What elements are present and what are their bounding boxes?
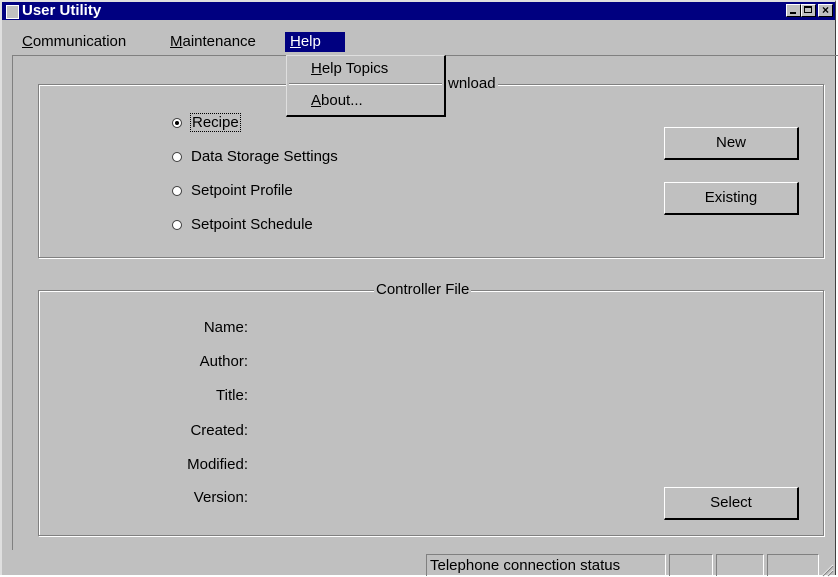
status-panel [767,554,819,576]
radio-label: Setpoint Schedule [191,216,313,233]
radio-button-icon [172,117,182,128]
author-label: Author: [199,353,248,370]
window-controls: × [786,3,833,17]
menu-maintenance-label: aintenance [182,33,256,50]
menu-communication-mnemonic: C [22,33,33,50]
menu-help-mnemonic: H [290,33,301,50]
existing-button[interactable]: Existing [664,182,799,215]
app-icon[interactable] [6,5,19,19]
radio-button-icon [172,185,182,196]
radio-setpoint-profile[interactable]: Setpoint Profile [172,182,293,199]
menu-item-help-topics-label: Help Topics [311,60,389,77]
maximize-button[interactable] [801,4,816,17]
menu-communication[interactable]: Communication [17,32,131,52]
menu-item-help-topics[interactable]: Help Topics [311,60,388,77]
menu-maintenance-mnemonic: M [170,33,183,50]
help-dropdown-menu: Help Topics About... [286,55,446,117]
app-window: User Utility × Communication Maintenance… [0,0,838,577]
menu-help-label: elp [300,33,321,50]
menu-maintenance[interactable]: Maintenance [165,32,261,52]
menu-communication-label: ommunication [32,33,127,50]
controller-file-group-label: Controller File [374,281,472,299]
menu-bar: Communication Maintenance Help [2,32,835,52]
status-panel [669,554,713,576]
radio-label: Setpoint Profile [191,182,293,199]
minimize-icon [790,12,796,14]
new-button[interactable]: New [664,127,799,160]
menu-separator [289,83,442,85]
status-bar: Telephone connection status [2,551,836,577]
close-icon: × [821,3,829,17]
client-area: wnload Recipe Data Storage Settings Setp… [12,55,838,550]
radio-recipe[interactable]: Recipe [172,113,241,132]
window-title: User Utility [22,2,102,19]
telephone-status-panel: Telephone connection status [426,554,666,576]
title-bar[interactable]: User Utility × [2,2,835,20]
minimize-button[interactable] [786,4,801,17]
close-button[interactable]: × [818,3,833,17]
radio-setpoint-schedule[interactable]: Setpoint Schedule [172,216,313,233]
radio-data-storage-settings[interactable]: Data Storage Settings [172,148,338,165]
created-label: Created: [190,422,248,439]
version-label: Version: [193,489,248,506]
title-label: Title: [216,387,248,404]
maximize-icon [804,6,812,13]
radio-label: Recipe [190,113,241,132]
radio-button-icon [172,219,182,230]
modified-label: Modified: [187,456,248,473]
status-panel [716,554,764,576]
radio-button-icon [172,151,182,162]
menu-item-about-label: About... [311,92,363,109]
menu-help[interactable]: Help [285,32,345,52]
download-group-label: wnload [446,75,498,93]
controller-file-group: Controller File Name: Author: Title: Cre… [38,281,824,536]
select-button[interactable]: Select [664,487,799,520]
radio-label: Data Storage Settings [191,148,338,165]
name-label: Name: [203,319,248,336]
menu-item-about[interactable]: About... [311,92,363,109]
